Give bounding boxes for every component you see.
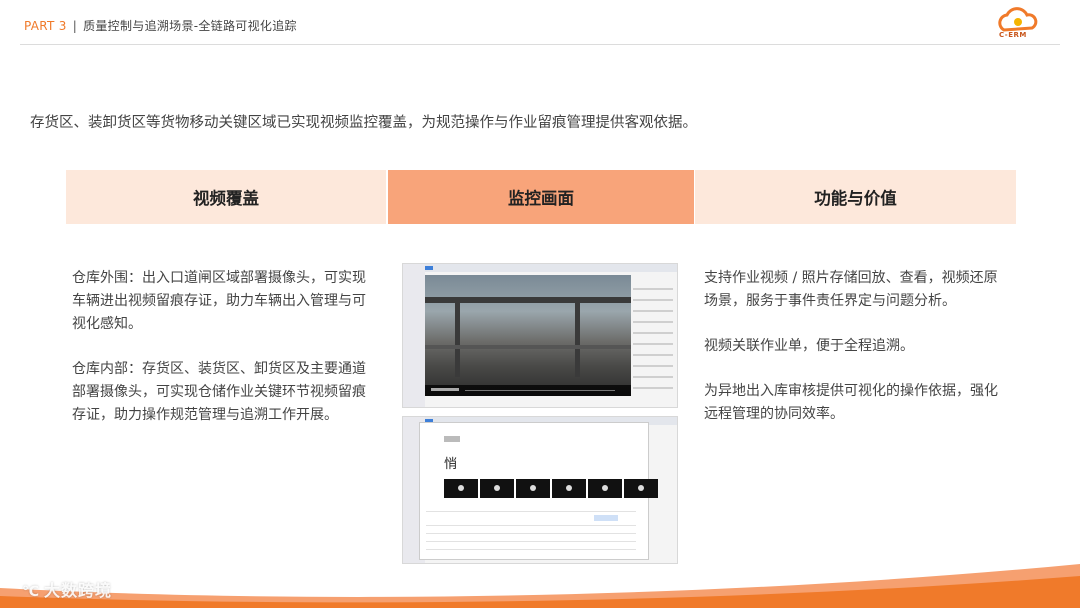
traceability-paragraph: 视频关联作业单，便于全程追溯。 <box>704 338 914 354</box>
video-thumbnail <box>516 479 550 498</box>
column-header-monitor-view: 监控画面 <box>388 170 694 224</box>
remote-audit-paragraph: 为异地出入库审核提供可视化的操作依据，强化远程管理的协同效率。 <box>704 383 998 422</box>
video-controls <box>425 385 631 396</box>
video-thumbnail <box>624 479 658 498</box>
table-row <box>426 549 636 550</box>
form-row <box>426 511 636 512</box>
video-thumbnail <box>480 479 514 498</box>
video-thumbnail <box>552 479 586 498</box>
table-row <box>426 541 636 542</box>
intro-text: 存货区、装卸货区等货物移动关键区域已实现视频监控覆盖，为规范操作与作业留痕管理提… <box>30 115 697 131</box>
work-order-modal: 悄 <box>419 422 658 560</box>
storage-playback-paragraph: 支持作业视频 / 照片存储回放、查看，视频还原场景，服务于事件责任界定与问题分析… <box>704 270 998 309</box>
logo-text: C-ERM <box>999 31 1027 39</box>
signature-image: 悄 <box>444 457 458 472</box>
modal-tag <box>444 436 460 442</box>
mini-toolbar <box>403 264 677 272</box>
part-label: PART 3 <box>24 19 67 33</box>
column-header-function-value: 功能与价值 <box>695 170 1016 224</box>
monitor-screenshot-work-order: 悄 <box>402 416 678 564</box>
table-row <box>426 533 636 534</box>
video-coverage-text: 仓库外围：出入口道闸区域部署摄像头，可实现车辆进出视频留痕存证，助力车辆出入管理… <box>72 267 368 449</box>
mini-table <box>633 288 673 398</box>
video-thumbnail <box>588 479 622 498</box>
function-value-text: 支持作业视频 / 照片存储回放、查看，视频还原场景，服务于事件责任界定与问题分析… <box>704 267 1000 448</box>
mini-sidebar <box>403 264 425 407</box>
section-header: PART 3 | 质量控制与追溯场景-全链路可视化追踪 <box>24 17 297 34</box>
table-row <box>426 525 636 526</box>
perimeter-paragraph: 仓库外围：出入口道闸区域部署摄像头，可实现车辆进出视频留痕存证，助力车辆出入管理… <box>72 270 366 332</box>
column-header-video-coverage: 视频覆盖 <box>66 170 386 224</box>
section-title: 质量控制与追溯场景-全链路可视化追踪 <box>83 19 297 33</box>
header-divider <box>20 44 1060 45</box>
brand-mark-icon: ℃ <box>22 584 40 600</box>
monitor-screenshot-video <box>402 263 678 408</box>
footer-brand: ℃ 大数跨境 <box>22 577 112 601</box>
query-button <box>594 515 618 521</box>
interior-paragraph: 仓库内部：存货区、装货区、卸货区及主要通道部署摄像头，可实现仓储作业关键环节视频… <box>72 361 366 423</box>
brand-name: 大数跨境 <box>43 581 112 600</box>
header-separator: | <box>72 19 78 33</box>
video-player <box>425 275 631 396</box>
video-thumbnails <box>444 479 658 498</box>
video-thumbnail <box>444 479 478 498</box>
footer-wave <box>0 564 1080 608</box>
